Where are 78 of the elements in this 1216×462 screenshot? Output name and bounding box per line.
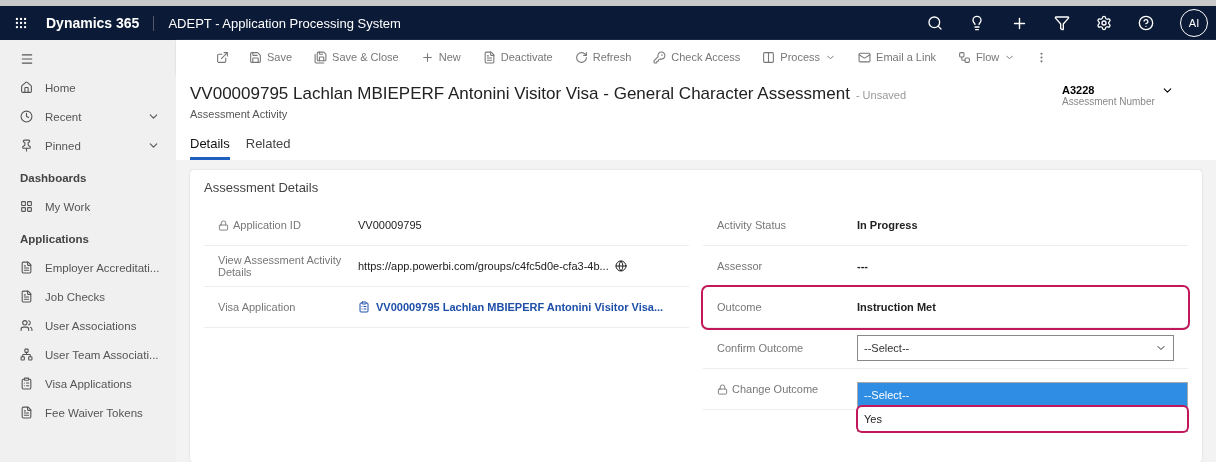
- field-label: Application ID: [233, 219, 301, 231]
- command-button[interactable]: Deactivate: [480, 48, 555, 66]
- grid-icon: [20, 200, 33, 213]
- home-icon: [20, 81, 33, 94]
- tab[interactable]: Details: [190, 136, 230, 160]
- field-label: Change Outcome: [732, 383, 819, 395]
- clock-icon: [20, 110, 33, 123]
- record-link[interactable]: VV00009795 Lachlan MBIEPERF Antonini Visitor Visa...: [358, 301, 675, 313]
- field-label: Activity Status: [717, 219, 787, 231]
- sidebar-item[interactable]: Pinned: [45, 139, 81, 152]
- field-value: Instruction Met: [857, 301, 937, 313]
- command-button[interactable]: Save & Close: [312, 48, 401, 66]
- search-icon[interactable]: [927, 15, 943, 31]
- field-label: Outcome: [717, 301, 762, 313]
- sidebar-item[interactable]: Job Checks: [45, 290, 106, 303]
- mail-icon: [858, 50, 872, 64]
- sidebar-item[interactable]: Home: [45, 81, 76, 94]
- pin-icon: [20, 139, 33, 152]
- field-label: Confirm Outcome: [717, 342, 804, 354]
- field-value: ---: [857, 260, 869, 272]
- clipboard-icon: [358, 301, 370, 313]
- org-chart-icon: [20, 348, 33, 361]
- save-icon: [249, 50, 262, 64]
- field-label: Assessor: [717, 260, 763, 272]
- menu-icon[interactable]: [20, 51, 34, 66]
- save-status: - Unsaved: [855, 89, 907, 101]
- lock-icon: [717, 383, 728, 395]
- document-icon: [20, 261, 33, 274]
- sidebar-heading: Applications: [19, 232, 90, 247]
- key-icon: [653, 50, 667, 64]
- header-value: A3228: [1062, 84, 1096, 96]
- record-title: VV00009795 Lachlan MBIEPERF Antonini Visitor Visa - General Character Assessment: [190, 84, 850, 103]
- command-button[interactable]: Save: [247, 48, 295, 66]
- dropdown-option[interactable]: Yes: [858, 407, 1187, 431]
- field-label: View Assessment Activity Details: [218, 254, 343, 278]
- popout-icon[interactable]: [216, 50, 229, 64]
- command-button[interactable]: Email a Link: [856, 48, 939, 66]
- command-button[interactable]: Flow: [956, 48, 1018, 66]
- app-name: ADEPT - Application Processing System: [153, 15, 401, 31]
- sidebar-item[interactable]: Fee Waiver Tokens: [45, 406, 143, 419]
- sidebar-item[interactable]: User Associations: [45, 319, 137, 332]
- command-button[interactable]: Check Access: [651, 48, 743, 66]
- sidebar-item[interactable]: User Team Associati...: [45, 348, 159, 361]
- settings-icon[interactable]: [1096, 15, 1112, 31]
- clipboard-icon: [20, 377, 33, 390]
- sidebar-heading: Dashboards: [19, 171, 88, 186]
- users-icon: [20, 319, 33, 332]
- save-close-icon: [314, 50, 328, 64]
- field-label: Visa Application: [218, 301, 296, 313]
- tab[interactable]: Related: [245, 136, 291, 160]
- sidebar-item[interactable]: Employer Accreditati...: [45, 261, 160, 274]
- entity-name: Assessment Activity: [190, 108, 289, 120]
- document-icon: [20, 290, 33, 303]
- process-icon: [762, 50, 776, 64]
- document-icon: [482, 50, 496, 64]
- document-icon: [20, 406, 33, 419]
- sidebar-item[interactable]: Recent: [45, 110, 82, 123]
- field-value: In Progress: [857, 219, 919, 231]
- sidebar-item[interactable]: Visa Applications: [45, 377, 132, 390]
- command-button[interactable]: New: [418, 48, 463, 66]
- flow-icon: [958, 50, 972, 64]
- lightbulb-icon[interactable]: [969, 15, 985, 31]
- filter-icon[interactable]: [1054, 15, 1070, 31]
- header-label: Assessment Number: [1062, 96, 1155, 107]
- select-field[interactable]: --Select--: [857, 335, 1174, 361]
- field-value: https://app.powerbi.com/groups/c4fc5d0e-cfa3-4b...: [358, 260, 675, 272]
- section-title: Assessment Details: [204, 180, 320, 195]
- refresh-icon: [574, 50, 588, 64]
- help-icon[interactable]: [1138, 15, 1154, 31]
- command-button[interactable]: Process: [760, 48, 839, 66]
- field-value: VV00009795: [358, 219, 423, 231]
- sidebar-item[interactable]: My Work: [45, 200, 91, 213]
- lock-icon: [218, 219, 229, 231]
- globe-icon: [614, 260, 627, 272]
- command-button[interactable]: Refresh: [572, 48, 634, 66]
- product-name: Dynamics 365: [46, 15, 140, 31]
- plus-icon: [420, 50, 434, 64]
- app-launcher-icon[interactable]: [14, 16, 28, 30]
